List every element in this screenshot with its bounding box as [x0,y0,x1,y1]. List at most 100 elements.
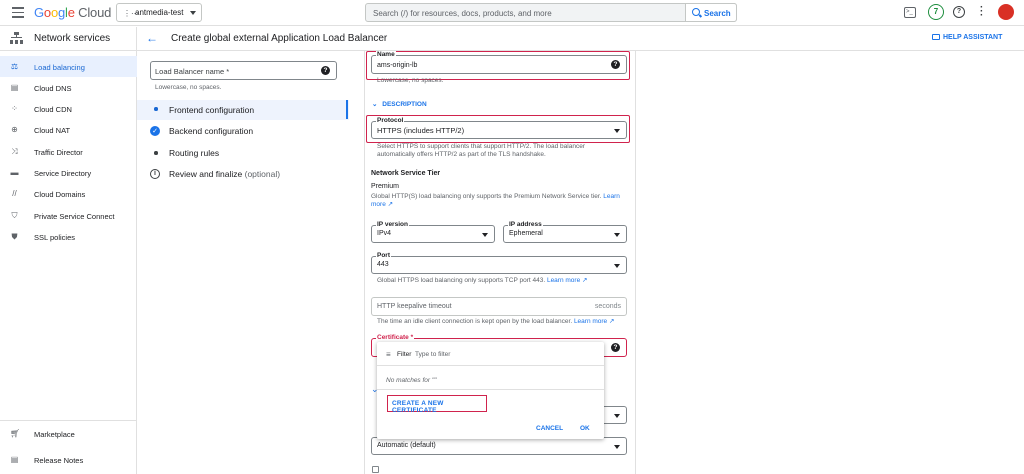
port-learn-more-link[interactable]: Learn more [547,277,580,284]
project-selector[interactable]: ⋮⋯ antmedia-test [116,3,202,22]
pending-step-icon [154,151,158,155]
protocol-select[interactable]: Protocol HTTPS (includes HTTP/2) [371,117,627,139]
sidebar-item-label: Cloud Domains [34,190,86,199]
sidebar-item-label: Service Directory [34,169,92,178]
sidebar-item-cloud-domains[interactable]: // Cloud Domains [0,183,137,204]
filter-label: Filter [397,351,412,358]
keepalive-hint: The time an idle client connection is ke… [377,318,614,326]
sidebar-item-marketplace[interactable]: 🛒︎ Marketplace [0,423,137,444]
description-toggle-label: DESCRIPTION [382,101,427,108]
ok-button[interactable]: OK [580,425,590,432]
cancel-button[interactable]: CANCEL [536,425,563,432]
ip-address-label: IP address [508,221,543,228]
help-icon[interactable]: ? [611,60,620,69]
chevron-down-icon [614,414,620,418]
keepalive-learn-more-link[interactable]: Learn more [574,318,607,325]
name-field[interactable]: Name ams-origin-lb ? [371,51,627,74]
sidebar-item-ssl-policies[interactable]: ⛊ SSL policies [0,226,137,247]
step-label-text: Review and finalize [169,169,243,179]
traffic-director-icon: ⤨ [11,147,18,156]
load-balancing-icon: ⚖ [10,62,19,71]
certificate-dropdown: ≡ Filter Type to filter No matches for "… [377,342,604,439]
top-bar: Google Cloud ⋮⋯ antmedia-test Search (/)… [0,0,1024,26]
filter-bar[interactable]: ≡ Filter Type to filter [377,342,604,366]
chevron-down-icon [614,445,620,449]
domains-icon: // [12,189,17,198]
ip-version-value: IPv4 [377,230,392,237]
external-link-icon: ↗ [607,318,615,325]
description-toggle[interactable]: ⌄ DESCRIPTION [372,100,427,108]
create-certificate-button[interactable]: CREATE A NEW CERTIFICATE [387,395,487,414]
help-icon[interactable]: ? [611,343,620,352]
sidebar-item-cloud-nat[interactable]: ⊕ Cloud NAT [0,119,137,140]
hidden-select[interactable] [600,406,627,424]
current-step-icon [154,107,158,111]
back-arrow-icon[interactable]: ← [146,31,158,45]
step-label: Backend configuration [169,126,254,136]
help-icon[interactable]: ? [321,66,330,75]
ip-address-select[interactable]: IP address Ephemeral [503,221,627,243]
help-icon[interactable]: ? [953,6,965,18]
google-cloud-logo[interactable]: Google Cloud [34,5,111,20]
sidebar-item-label: Marketplace [34,430,75,439]
search-button-label: Search [704,9,731,18]
ip-version-label: IP version [376,221,409,228]
help-assistant-label: HELP ASSISTANT [943,34,1003,41]
network-services-icon [10,32,23,44]
sidebar-title: Network services [34,33,111,44]
protocol-hint-1: Select HTTPS to support clients that sup… [377,143,585,150]
automatic-select[interactable]: Automatic (default) [371,437,627,455]
network-tier-heading: Network Service Tier [371,170,441,177]
menu-icon[interactable] [12,7,24,18]
lb-name-placeholder: Load Balancer name * [155,67,230,76]
network-tier-value: Premium [371,183,400,190]
sidebar-item-cloud-dns[interactable]: ▤ Cloud DNS [0,77,137,98]
info-icon: i [150,169,160,179]
sidebar-item-cloud-cdn[interactable]: ⁘ Cloud CDN [0,98,137,119]
filter-input[interactable]: Type to filter [415,351,450,358]
name-hint: Lowercase, no spaces. [377,77,444,84]
chevron-down-icon [614,264,620,268]
checkbox[interactable] [372,466,379,473]
sidebar-header: Network services [0,27,137,51]
port-value: 443 [377,261,389,268]
keepalive-input[interactable]: HTTP keepalive timeout [377,303,452,310]
dns-icon: ▤ [10,83,19,92]
network-tier-desc: Global HTTP(S) load balancing only suppo… [371,193,621,201]
notifications-badge[interactable]: 7 [928,4,944,20]
help-assistant-button[interactable]: HELP ASSISTANT [932,34,1003,41]
chat-icon [932,34,940,40]
sidebar-divider [0,420,137,421]
sidebar-item-service-directory[interactable]: ▬ Service Directory [0,162,137,183]
port-select[interactable]: Port 443 [371,252,627,274]
name-input[interactable]: ams-origin-lb [377,62,417,69]
step-frontend-configuration[interactable]: Frontend configuration [137,100,349,120]
sidebar-item-label: Cloud NAT [34,126,71,135]
avatar[interactable] [998,4,1014,20]
lb-name-field[interactable]: Load Balancer name * ? [150,61,337,80]
search-icon [692,8,700,16]
learn-more-link-continued[interactable]: more ↗ [371,201,393,209]
keepalive-field[interactable]: HTTP keepalive timeout seconds [371,297,627,316]
learn-more-link-text: more [371,201,386,208]
learn-more-link[interactable]: Learn [603,193,620,200]
port-hint: Global HTTPS load balancing only support… [377,277,587,285]
sidebar-item-release-notes[interactable]: ▤ Release Notes [0,449,137,470]
sidebar-item-private-service-connect[interactable]: ⛉ Private Service Connect [0,205,137,226]
sidebar-item-label: SSL policies [34,233,75,242]
cloud-shell-icon[interactable]: >_ [904,7,916,18]
ip-version-select[interactable]: IP version IPv4 [371,221,495,243]
project-icon: ⋮⋯ [123,9,139,18]
chevron-down-icon [482,233,488,237]
lb-name-hint: Lowercase, no spaces. [155,84,222,91]
search-input[interactable]: Search (/) for resources, docs, products… [373,9,552,18]
keepalive-unit: seconds [594,303,621,310]
private-service-connect-icon: ⛉ [11,211,18,220]
more-options-icon[interactable]: · · · [980,3,984,21]
sidebar-item-traffic-director[interactable]: ⤨ Traffic Director [0,141,137,162]
search-button[interactable]: Search [685,3,737,22]
sidebar-item-load-balancing[interactable]: ⚖ Load balancing [0,56,137,77]
release-notes-icon: ▤ [10,455,19,464]
step-optional-suffix: (optional) [244,169,281,179]
search-bar[interactable]: Search (/) for resources, docs, products… [365,3,737,22]
